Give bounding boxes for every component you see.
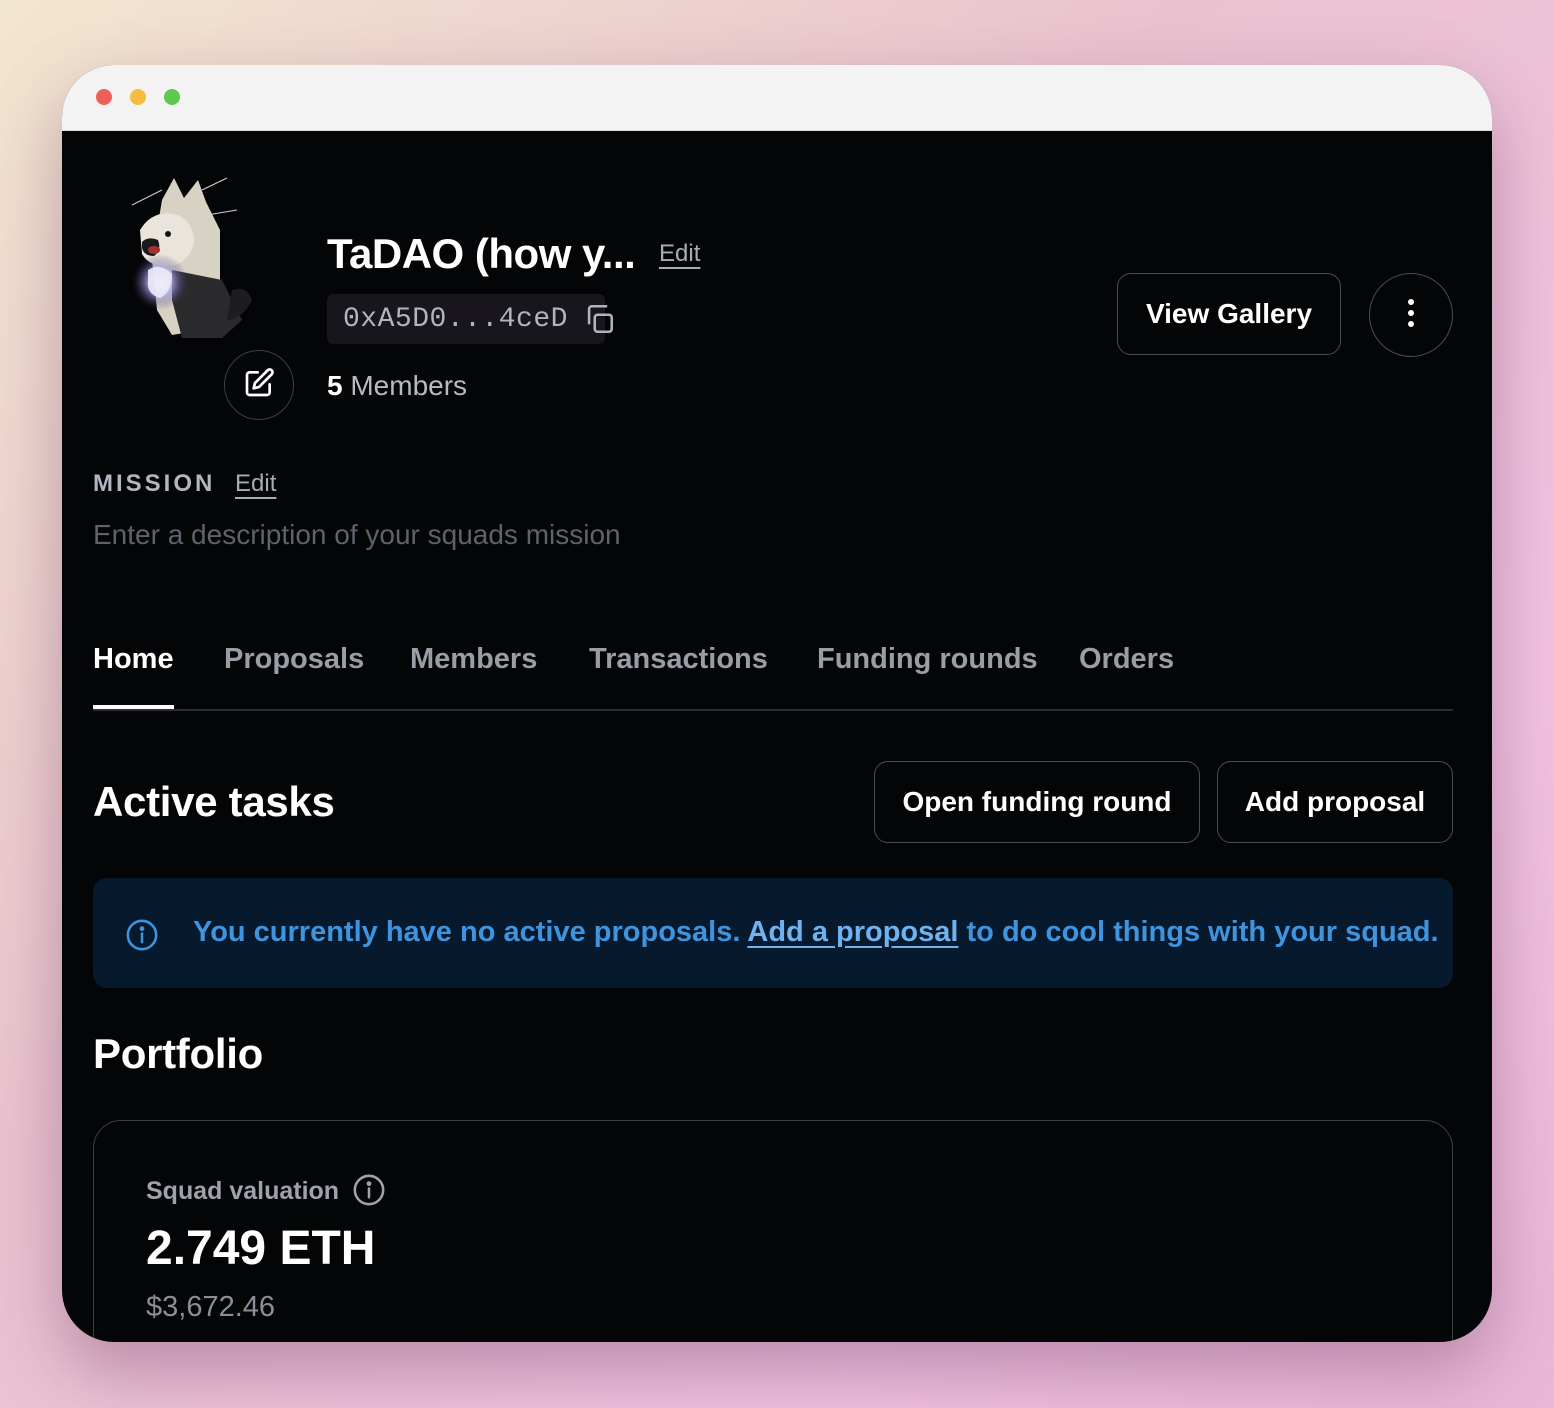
edit-avatar-button[interactable]: [224, 350, 294, 420]
tab-transactions[interactable]: Transactions: [589, 643, 768, 676]
valuation-usd: $3,672.46: [146, 1291, 276, 1323]
minimize-window-button[interactable]: [130, 89, 146, 105]
copy-icon[interactable]: [582, 302, 616, 336]
member-count: 5 Members: [327, 370, 467, 402]
banner-text-after: to do cool things with your squad.: [958, 916, 1439, 948]
banner-message: You currently have no active proposals. …: [193, 916, 1439, 949]
maximize-window-button[interactable]: [164, 89, 180, 105]
tab-bar: Home Proposals Members Transactions Fund…: [93, 635, 1453, 711]
tab-orders[interactable]: Orders: [1079, 643, 1174, 676]
member-count-number: 5: [327, 370, 343, 401]
wallet-address: 0xA5D0...4ceD: [343, 303, 568, 335]
mission-label: MISSION: [93, 470, 216, 497]
edit-mission-link[interactable]: Edit: [235, 470, 276, 498]
squad-valuation-card: Squad valuation 2.749 ETH $3,672.46: [93, 1120, 1453, 1342]
view-gallery-button[interactable]: View Gallery: [1117, 273, 1341, 355]
tab-proposals[interactable]: Proposals: [224, 643, 364, 676]
no-proposals-banner: You currently have no active proposals. …: [93, 878, 1453, 988]
open-funding-round-button[interactable]: Open funding round: [874, 761, 1200, 843]
add-proposal-link[interactable]: Add a proposal: [747, 916, 958, 948]
more-options-button[interactable]: [1369, 273, 1453, 357]
tab-home[interactable]: Home: [93, 643, 174, 676]
tab-members[interactable]: Members: [410, 643, 537, 676]
squad-page: TaDAO (how y... Edit 0xA5D0...4ceD 5 Mem…: [62, 130, 1492, 1342]
squad-valuation-label: Squad valuation: [146, 1177, 340, 1205]
portfolio-title: Portfolio: [93, 1030, 263, 1077]
banner-text-before: You currently have no active proposals.: [193, 916, 748, 948]
info-circle-icon[interactable]: [352, 1173, 386, 1212]
valuation-eth: 2.749 ETH: [146, 1222, 376, 1275]
active-tasks-title: Active tasks: [93, 778, 335, 825]
vertical-dots-icon: [1407, 298, 1415, 333]
close-window-button[interactable]: [96, 89, 112, 105]
active-tab-indicator: [93, 705, 174, 709]
app-window: TaDAO (how y... Edit 0xA5D0...4ceD 5 Mem…: [62, 65, 1492, 1342]
address-chip: 0xA5D0...4ceD: [327, 294, 613, 344]
info-circle-icon: [125, 918, 159, 957]
edit-name-link[interactable]: Edit: [659, 240, 700, 268]
pencil-square-icon: [243, 367, 275, 404]
squad-name: TaDAO (how y...: [327, 230, 636, 277]
mission-description[interactable]: Enter a description of your squads missi…: [93, 519, 621, 551]
tab-funding-rounds[interactable]: Funding rounds: [817, 643, 1038, 676]
window-titlebar: [62, 65, 1492, 131]
members-label: Members: [350, 370, 468, 401]
add-proposal-button[interactable]: Add proposal: [1217, 761, 1453, 843]
squad-avatar: [102, 170, 272, 340]
